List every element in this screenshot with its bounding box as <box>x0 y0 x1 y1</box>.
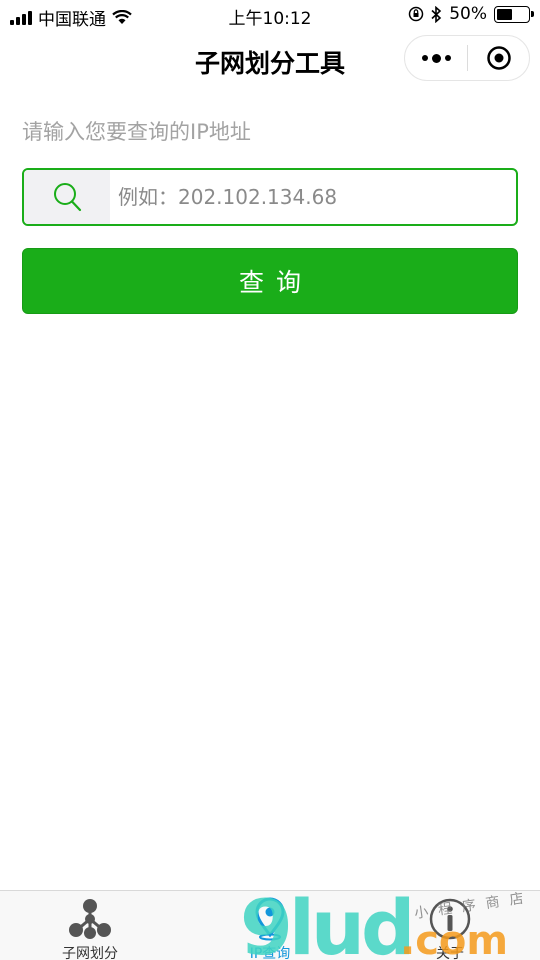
status-right: 50% <box>408 4 534 24</box>
network-nodes-icon <box>67 897 113 941</box>
capsule-menu <box>404 35 530 81</box>
search-icon-area <box>24 170 110 224</box>
ip-address-input[interactable] <box>110 170 516 224</box>
battery-percent: 50% <box>449 4 487 24</box>
battery-icon <box>494 5 534 23</box>
tab-ip-query[interactable]: IP查询 <box>180 891 360 960</box>
orientation-lock-icon <box>408 6 424 22</box>
query-button[interactable]: 查询 <box>22 248 518 314</box>
tab-label: 子网划分 <box>62 946 118 960</box>
ip-search-box <box>22 168 518 226</box>
battery-fill <box>497 8 512 20</box>
bluetooth-icon <box>431 5 442 23</box>
input-hint: 请输入您要查询的IP地址 <box>22 120 251 144</box>
nav-bar: 子网划分工具 <box>0 30 540 90</box>
tab-label: IP查询 <box>249 946 291 960</box>
location-pin-icon <box>250 897 290 941</box>
search-icon <box>54 183 82 212</box>
tab-about[interactable]: 关于 <box>360 891 540 960</box>
close-miniprogram-button[interactable] <box>468 36 529 80</box>
tab-bar: 子网划分 IP查询 关于 <box>0 890 540 960</box>
tab-subnet[interactable]: 子网划分 <box>0 891 180 960</box>
info-icon <box>428 897 472 941</box>
more-button[interactable] <box>405 36 467 80</box>
tab-label: 关于 <box>436 946 464 960</box>
target-close-icon <box>486 46 511 70</box>
status-bar: 中国联通 上午10:12 50% <box>0 0 540 30</box>
